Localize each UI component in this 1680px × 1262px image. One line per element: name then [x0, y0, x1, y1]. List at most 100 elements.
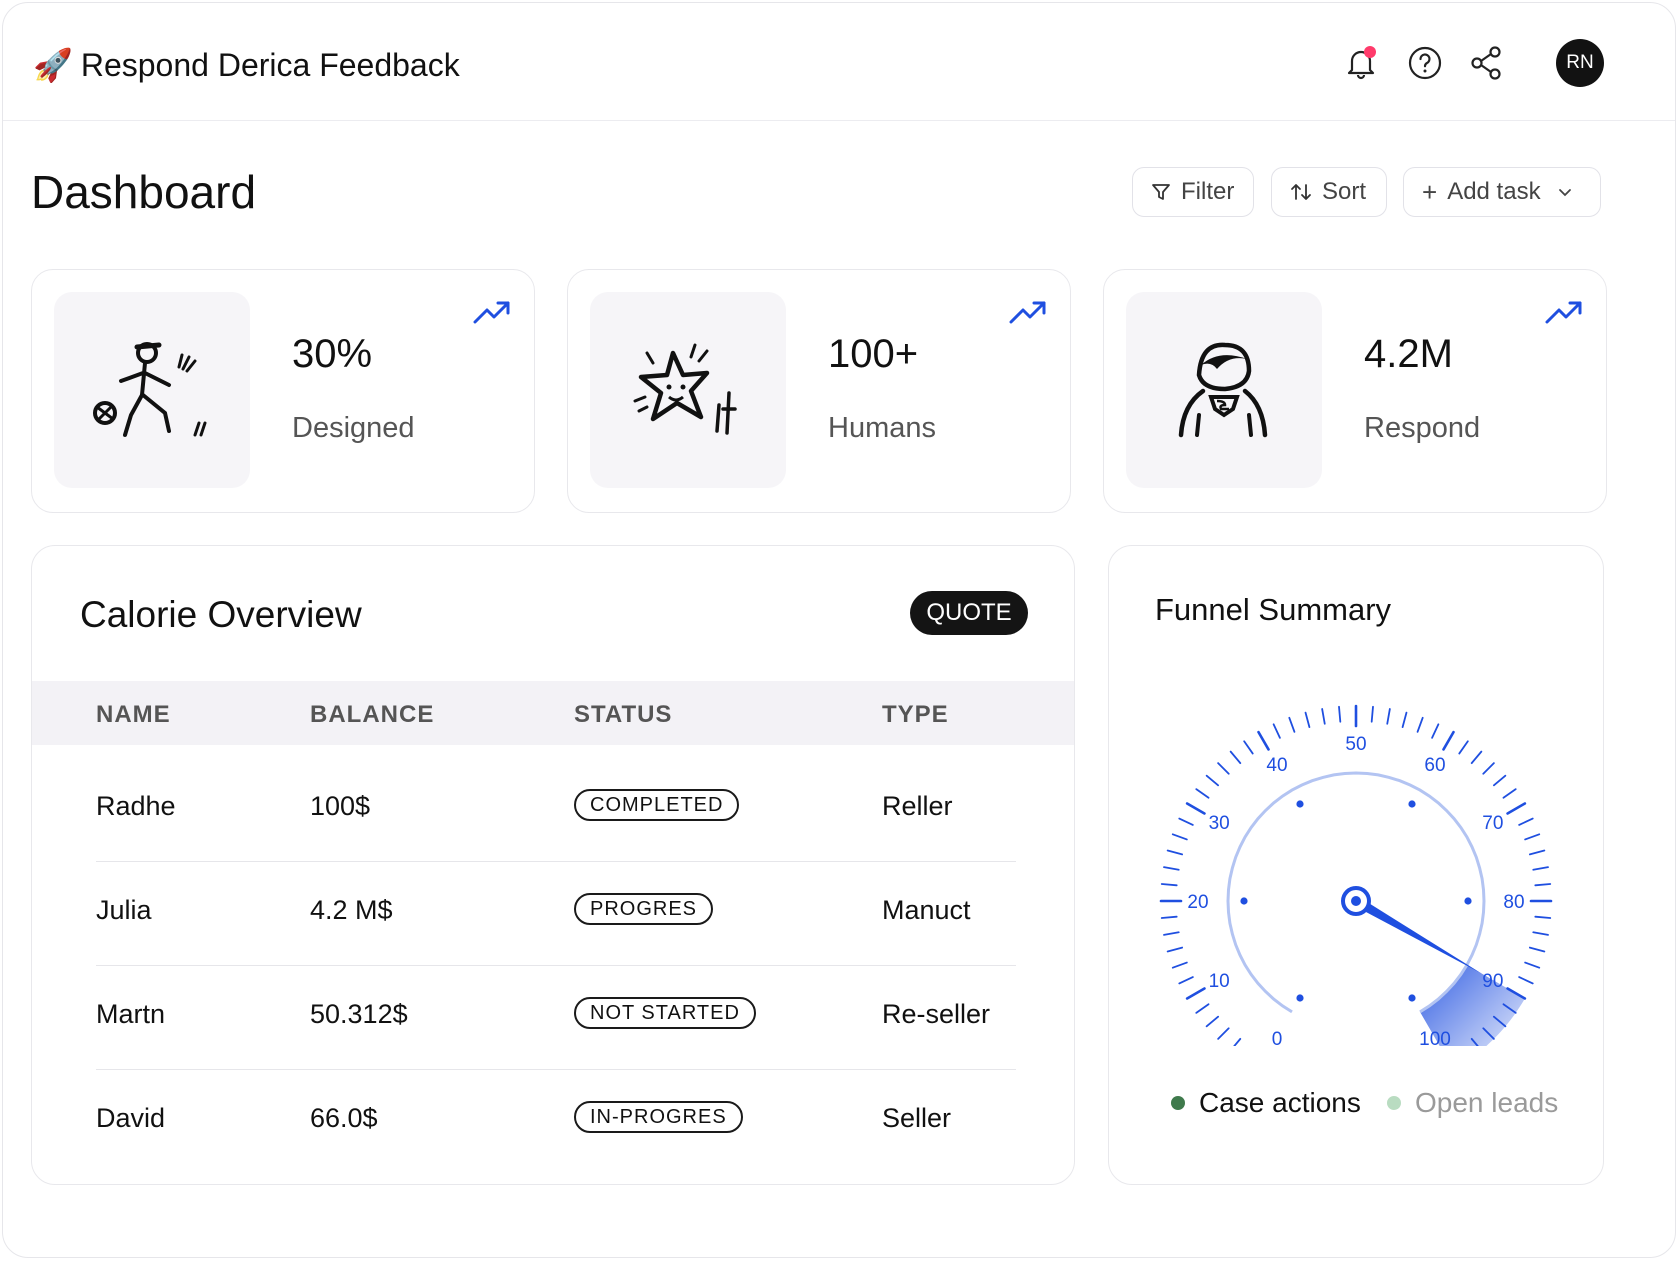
gauge-tick: [1178, 817, 1194, 826]
gauge-tick-label: 60: [1424, 755, 1445, 776]
gauge-tick-label: 70: [1482, 813, 1503, 834]
column-header-status[interactable]: STATUS: [574, 701, 672, 729]
gauge-tick-label: 90: [1482, 971, 1503, 992]
gauge-tick: [1195, 1003, 1210, 1014]
gauge-tick: [1195, 788, 1210, 799]
cell-name: Radhe: [96, 791, 176, 821]
table-row[interactable]: Radhe 100$ COMPLETED Reller: [96, 757, 1016, 862]
cell-type: Seller: [882, 1103, 952, 1133]
top-bar: 🚀 Respond Derica Feedback RN: [3, 3, 1675, 121]
stat-label: Humans: [828, 412, 936, 444]
app-title: 🚀 Respond Derica Feedback: [33, 43, 460, 87]
cell-name: Martn: [96, 999, 166, 1029]
gauge-tick: [1171, 833, 1188, 841]
legend-dot: [1387, 1096, 1401, 1110]
page-title: Dashboard: [31, 166, 257, 218]
sort-button[interactable]: Sort: [1271, 167, 1387, 217]
gauge-tick: [1243, 740, 1254, 755]
stat-value: 100+: [828, 332, 919, 376]
gauge-tick: [1431, 723, 1440, 739]
gauge-tick: [1532, 866, 1549, 871]
gauge-tick: [1160, 915, 1178, 919]
table-row[interactable]: Martn 50.312$ NOT STARTED Re-seller: [96, 965, 1016, 1070]
stat-card-respond: 4.2M Respond: [1103, 269, 1607, 513]
gauge-tick: [1205, 1015, 1220, 1028]
kicking-ball-person-illustration: [54, 292, 250, 488]
gauge-tick: [1163, 931, 1180, 936]
funnel-summary-card: Funnel Summary 0 10 20 30 40 50 60 70 80 90 100 Ca…: [1108, 545, 1604, 1185]
cell-balance: 4.2 M$: [310, 895, 393, 925]
superhero-illustration: [1126, 292, 1322, 488]
cell-type: Reller: [882, 791, 953, 821]
gauge-dot: [1240, 897, 1248, 905]
quote-badge[interactable]: QUOTE: [910, 591, 1028, 635]
gauge-tick: [1518, 976, 1534, 985]
legend-dot: [1171, 1096, 1185, 1110]
gauge-tick: [1166, 946, 1184, 953]
gauge-tick: [1518, 817, 1534, 826]
gauge-tick: [1458, 740, 1469, 755]
gauge-dot: [1296, 800, 1304, 808]
gauge-tick: [1171, 961, 1188, 969]
cell-type: Re-seller: [882, 999, 991, 1029]
gauge-tick: [1506, 802, 1527, 815]
gauge-tick: [1534, 915, 1552, 919]
gauge-tick: [1528, 946, 1546, 953]
gauge-tick: [1160, 883, 1178, 887]
trending-up-icon: [473, 301, 510, 324]
gauge-tick: [1166, 849, 1184, 856]
column-header-balance[interactable]: BALANCE: [310, 701, 434, 729]
gauge-dot: [1464, 897, 1472, 905]
cell-balance: 50.312$: [310, 999, 408, 1029]
trending-up-icon: [1545, 301, 1582, 324]
calorie-overview-card: Calorie Overview QUOTE NAME BALANCE STAT…: [31, 545, 1075, 1185]
gauge-tick: [1304, 711, 1311, 729]
gauge-tick-label: 40: [1266, 755, 1287, 776]
gauge-hub-center: [1351, 896, 1361, 906]
gauge-tick: [1442, 730, 1455, 751]
status-badge: NOT STARTED: [574, 997, 756, 1029]
stat-label: Respond: [1364, 412, 1481, 444]
gauge-tick: [1178, 976, 1194, 985]
stat-card-designed: 30% Designed: [31, 269, 535, 513]
speed-gauge: 0 10 20 30 40 50 60 70 80 90 100: [1159, 704, 1553, 1046]
gauge-tick: [1502, 788, 1517, 799]
gauge-tick: [1370, 705, 1374, 723]
cell-balance: 66.0$: [310, 1103, 378, 1133]
add-task-button[interactable]: + Add task: [1403, 167, 1601, 217]
chevron-down-icon: [1558, 189, 1571, 197]
gauge-tick: [1338, 705, 1342, 723]
table-row[interactable]: Julia 4.2 M$ PROGRES Manuct: [96, 861, 1016, 966]
bell-icon[interactable]: [1339, 41, 1383, 85]
help-icon[interactable]: [1403, 41, 1447, 85]
share-icon[interactable]: [1465, 41, 1509, 85]
user-avatar[interactable]: RN: [1556, 39, 1604, 87]
gauge-tick: [1470, 750, 1483, 765]
card-title: Calorie Overview: [80, 594, 362, 635]
cell-name: David: [96, 1103, 166, 1133]
gauge-tick: [1288, 716, 1296, 733]
gauge-dot: [1296, 994, 1304, 1002]
gauge-tick: [1205, 774, 1220, 787]
gauge-tick-label: 20: [1187, 892, 1208, 913]
cell-name: Julia: [96, 895, 152, 925]
cell-balance: 100$: [310, 791, 371, 821]
legend-item: Case actions: [1171, 1087, 1361, 1119]
gauge-tick: [1185, 802, 1206, 815]
gauge-tick: [1401, 711, 1408, 729]
legend-label: Open leads: [1415, 1087, 1559, 1118]
filter-icon: [1152, 184, 1170, 200]
column-header-name[interactable]: NAME: [96, 701, 171, 729]
gauge-tick: [1233, 1037, 1242, 1046]
gauge-tick: [1272, 723, 1281, 739]
gauge-dot: [1408, 800, 1416, 808]
gauge-needle: [1353, 896, 1482, 974]
gauge-tick: [1532, 931, 1549, 936]
gauge-tick: [1534, 883, 1552, 887]
column-header-type[interactable]: TYPE: [882, 701, 949, 729]
status-badge: IN-PROGRES: [574, 1101, 743, 1133]
table-row[interactable]: David 66.0$ IN-PROGRES Seller: [96, 1069, 1016, 1173]
sort-icon: [1291, 184, 1311, 200]
app-title-text: Respond Derica Feedback: [80, 46, 460, 83]
filter-button[interactable]: Filter: [1132, 167, 1254, 217]
